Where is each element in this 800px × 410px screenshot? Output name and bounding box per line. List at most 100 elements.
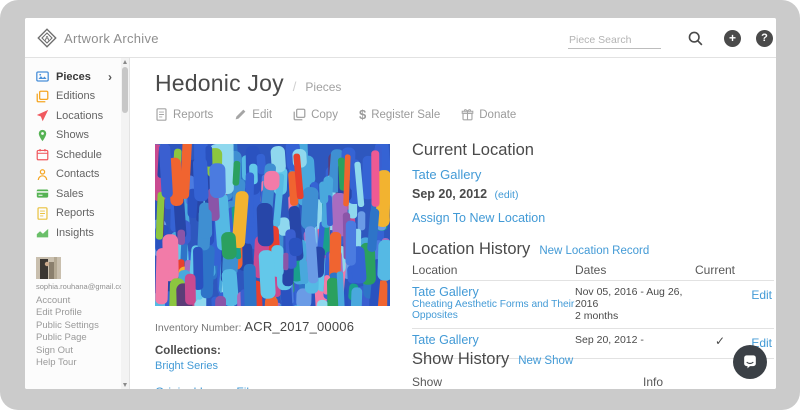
new-location-record-link[interactable]: New Location Record <box>539 245 649 257</box>
sidebar-item-label: Sales <box>56 188 84 200</box>
edit-label: Edit <box>252 109 272 121</box>
sidebar-scrollbar[interactable] <box>121 58 129 389</box>
search-input[interactable] <box>568 32 661 49</box>
reports-button[interactable]: Reports <box>155 107 213 122</box>
sidebar-nav: Pieces › Editions Locations <box>25 67 129 243</box>
app-window: A Artwork Archive + ? Pieces › <box>25 18 776 389</box>
new-show-link[interactable]: New Show <box>518 355 573 367</box>
artwork-archive-logo-icon[interactable]: A <box>37 28 57 48</box>
breadcrumb: Hedonic Joy / Pieces <box>155 70 341 97</box>
sidebar-item-insights[interactable]: Insights <box>25 223 129 243</box>
add-icon[interactable]: + <box>724 30 741 47</box>
reports-label: Reports <box>173 109 213 121</box>
current-location-date: Sep 20, 2012 (edit) <box>412 187 518 201</box>
chevron-right-icon: › <box>108 70 112 84</box>
dollar-icon: $ <box>359 107 366 122</box>
row-show-link[interactable]: Cheating Aesthetic Forms and Their Oppos… <box>412 299 575 321</box>
sidebar-item-label: Contacts <box>56 168 99 180</box>
location-history-row: Tate Gallery Cheating Aesthetic Forms an… <box>412 281 774 329</box>
sidebar-item-label: Insights <box>56 227 94 239</box>
chat-bubble-icon <box>740 352 760 372</box>
main-content: Hedonic Joy / Pieces Reports Edit <box>130 58 776 389</box>
location-history-heading: Location History <box>412 240 530 259</box>
copy-button[interactable]: Copy <box>293 107 338 122</box>
credit-card-icon <box>36 187 49 200</box>
edit-button[interactable]: Edit <box>234 107 272 122</box>
send-icon <box>36 109 49 122</box>
page-title: Hedonic Joy <box>155 70 284 97</box>
current-location-link[interactable]: Tate Gallery <box>412 167 481 182</box>
sidebar-item-shows[interactable]: Shows <box>25 126 129 146</box>
location-date: Sep 20, 2012 <box>412 187 487 201</box>
show-history-header: Show Info <box>412 375 774 389</box>
show-history-heading-row: Show History New Show <box>412 350 573 369</box>
search-icon[interactable] <box>687 30 704 47</box>
public-settings-link[interactable]: Public Settings <box>36 320 99 332</box>
svg-text:A: A <box>45 36 50 43</box>
current-location-heading: Current Location <box>412 141 534 160</box>
sidebar-item-pieces[interactable]: Pieces › <box>25 67 129 87</box>
calendar-icon <box>36 148 49 161</box>
help-icon[interactable]: ? <box>756 30 773 47</box>
scroll-up-arrow-icon[interactable] <box>123 60 127 64</box>
profile-photo[interactable] <box>36 257 61 279</box>
artwork-image[interactable] <box>155 144 390 306</box>
collection-link[interactable]: Bright Series <box>155 360 218 372</box>
edit-profile-link[interactable]: Edit Profile <box>36 307 99 319</box>
inventory-label: Inventory Number: <box>155 322 241 334</box>
copies-icon <box>36 90 49 103</box>
copies-icon <box>293 108 306 121</box>
assign-new-location-link[interactable]: Assign To New Location <box>412 211 545 225</box>
sidebar-item-schedule[interactable]: Schedule <box>25 145 129 165</box>
row-duration: 2 months <box>575 310 695 322</box>
chat-button[interactable] <box>733 345 767 379</box>
map-pin-icon <box>36 129 49 142</box>
column-current: Current <box>695 263 745 280</box>
right-column: Current Location Tate Gallery Sep 20, 20… <box>412 58 774 389</box>
inventory-value: ACR_2017_00006 <box>244 319 354 334</box>
document-icon <box>155 108 168 121</box>
edit-date-link[interactable]: (edit) <box>495 189 519 201</box>
row-dates: Sep 20, 2012 - <box>575 334 695 346</box>
area-chart-icon <box>36 226 49 239</box>
sidebar-item-sales[interactable]: Sales <box>25 184 129 204</box>
location-history-heading-row: Location History New Location Record <box>412 240 649 259</box>
row-location-link[interactable]: Tate Gallery <box>412 286 575 299</box>
breadcrumb-separator: / <box>293 79 297 94</box>
sidebar-item-contacts[interactable]: Contacts <box>25 165 129 185</box>
column-dates: Dates <box>575 263 695 280</box>
row-location-link[interactable]: Tate Gallery <box>412 334 575 347</box>
show-history-heading: Show History <box>412 350 509 369</box>
public-page-link[interactable]: Public Page <box>36 332 99 344</box>
sidebar-item-locations[interactable]: Locations <box>25 106 129 126</box>
column-location: Location <box>412 263 575 280</box>
sign-out-link[interactable]: Sign Out <box>36 345 99 357</box>
inventory-number: Inventory Number:ACR_2017_00006 <box>155 319 354 334</box>
sidebar-item-editions[interactable]: Editions <box>25 87 129 107</box>
breadcrumb-pieces[interactable]: Pieces <box>305 80 341 94</box>
document-icon <box>36 207 49 220</box>
help-tour-link[interactable]: Help Tour <box>36 357 99 369</box>
scroll-down-arrow-icon[interactable] <box>123 383 127 387</box>
app-name: Artwork Archive <box>64 31 159 46</box>
sidebar-item-reports[interactable]: Reports <box>25 204 129 224</box>
row-dates: Nov 05, 2016 - Aug 26, 2016 <box>575 286 695 310</box>
top-bar: A Artwork Archive + ? <box>25 18 776 58</box>
account-links: Account Edit Profile Public Settings Pub… <box>36 295 99 369</box>
sidebar-item-label: Shows <box>56 129 89 141</box>
scrollbar-thumb[interactable] <box>122 67 128 113</box>
row-edit-link[interactable]: Edit <box>751 288 772 302</box>
sidebar-item-label: Locations <box>56 110 103 122</box>
account-link[interactable]: Account <box>36 295 99 307</box>
sidebar-item-label: Editions <box>56 90 95 102</box>
sidebar-item-label: Schedule <box>56 149 102 161</box>
column-show: Show <box>412 375 643 389</box>
account-email: sophia.rouhana@gmail.com <box>36 282 130 291</box>
sidebar-item-label: Pieces <box>56 71 91 83</box>
sidebar-item-label: Reports <box>56 207 95 219</box>
screenshot-stage: A Artwork Archive + ? Pieces › <box>0 0 800 410</box>
sidebar: Pieces › Editions Locations <box>25 58 130 389</box>
copy-label: Copy <box>311 109 338 121</box>
original-image-files-link[interactable]: Original Image Files <box>155 385 262 389</box>
person-icon <box>36 168 49 181</box>
